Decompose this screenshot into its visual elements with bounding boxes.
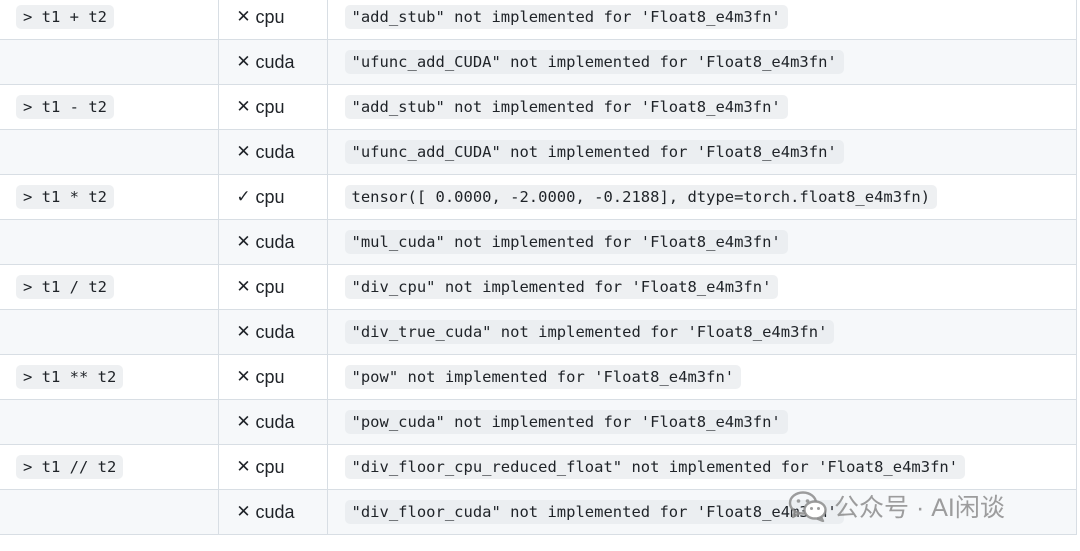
device-cell: ✕ cuda — [217, 39, 328, 85]
fail-icon: ✕ — [236, 142, 251, 161]
device-label: cuda — [255, 141, 295, 162]
device-cell: ✕ cpu — [217, 264, 328, 310]
device-label: cuda — [255, 501, 295, 522]
expression-cell — [0, 399, 219, 445]
expression-cell: > t1 * t2 — [0, 174, 219, 220]
device-label: cuda — [255, 321, 295, 342]
expression-cell: > t1 / t2 — [0, 264, 219, 310]
table-row: ✕ cuda "mul_cuda" not implemented for 'Fl… — [0, 219, 1077, 265]
fail-icon: ✕ — [236, 7, 251, 26]
result-message: "pow" not implemented for 'Float8_e4m3fn… — [344, 365, 742, 389]
result-cell: "div_floor_cuda" not implemented for 'Fl… — [326, 489, 1077, 535]
device-cell: ✕ cuda — [217, 219, 328, 265]
result-cell: tensor([ 0.0000, -2.0000, -0.2188], dtyp… — [326, 174, 1077, 220]
expression-code: > t1 / t2 — [16, 275, 114, 299]
table-row: > t1 / t2 ✕ cpu "div_cpu" not implemented… — [0, 264, 1077, 310]
device-cell: ✕ cpu — [217, 354, 328, 400]
result-message: tensor([ 0.0000, -2.0000, -0.2188], dtyp… — [344, 185, 938, 209]
expression-cell: > t1 // t2 — [0, 444, 219, 490]
expression-code: > t1 - t2 — [16, 95, 114, 119]
table-row: > t1 * t2 ✓ cpu tensor([ 0.0000, -2.0000,… — [0, 174, 1077, 220]
device-cell: ✕ cuda — [217, 399, 328, 445]
device-label: cpu — [255, 96, 285, 117]
table-row: ✕ cuda "ufunc_add_CUDA" not implemented f… — [0, 129, 1077, 175]
device-label: cpu — [255, 186, 285, 207]
device-label: cuda — [255, 51, 295, 72]
result-message: "mul_cuda" not implemented for 'Float8_e… — [344, 230, 788, 254]
result-cell: "div_cpu" not implemented for 'Float8_e4… — [326, 264, 1077, 310]
device-label: cpu — [255, 366, 285, 387]
expression-code: > t1 ** t2 — [16, 365, 124, 389]
result-message: "div_floor_cuda" not implemented for 'Fl… — [344, 500, 844, 524]
device-label: cpu — [255, 456, 285, 477]
table-row: ✕ cuda "ufunc_add_CUDA" not implemented f… — [0, 39, 1077, 85]
result-message: "add_stub" not implemented for 'Float8_e… — [344, 95, 788, 119]
expression-cell: > t1 - t2 — [0, 84, 219, 130]
expression-code: > t1 // t2 — [16, 455, 124, 479]
result-cell: "pow_cuda" not implemented for 'Float8_e… — [326, 399, 1077, 445]
result-message: "div_true_cuda" not implemented for 'Flo… — [344, 320, 835, 344]
result-cell: "ufunc_add_CUDA" not implemented for 'Fl… — [326, 129, 1077, 175]
fail-icon: ✕ — [236, 412, 251, 431]
result-message: "add_stub" not implemented for 'Float8_e… — [344, 5, 788, 29]
expression-code: > t1 * t2 — [16, 185, 114, 209]
device-cell: ✓ cpu — [217, 174, 328, 220]
result-cell: "add_stub" not implemented for 'Float8_e… — [326, 84, 1077, 130]
fail-icon: ✕ — [236, 52, 251, 71]
fail-icon: ✕ — [236, 367, 251, 386]
device-label: cpu — [255, 6, 285, 27]
table-row: > t1 ** t2 ✕ cpu "pow" not implemented fo… — [0, 354, 1077, 400]
result-message: "div_cpu" not implemented for 'Float8_e4… — [344, 275, 779, 299]
fail-icon: ✕ — [236, 232, 251, 251]
expression-cell — [0, 489, 219, 535]
expression-cell: > t1 + t2 — [0, 0, 219, 40]
fail-icon: ✕ — [236, 97, 251, 116]
result-cell: "add_stub" not implemented for 'Float8_e… — [326, 0, 1077, 40]
fail-icon: ✕ — [236, 322, 251, 341]
table-body: > t1 + t2 ✕ cpu "add_stub" not implemente… — [0, 0, 1077, 535]
expression-cell: > t1 ** t2 — [0, 354, 219, 400]
fail-icon: ✕ — [236, 502, 251, 521]
device-cell: ✕ cuda — [217, 309, 328, 355]
fail-icon: ✕ — [236, 457, 251, 476]
fail-icon: ✕ — [236, 277, 251, 296]
device-cell: ✕ cpu — [217, 0, 328, 40]
result-message: "ufunc_add_CUDA" not implemented for 'Fl… — [344, 50, 844, 74]
device-cell: ✕ cpu — [217, 444, 328, 490]
result-cell: "mul_cuda" not implemented for 'Float8_e… — [326, 219, 1077, 265]
result-message: "ufunc_add_CUDA" not implemented for 'Fl… — [344, 140, 844, 164]
result-cell: "pow" not implemented for 'Float8_e4m3fn… — [326, 354, 1077, 400]
table-row: ✕ cuda "div_floor_cuda" not implemented f… — [0, 489, 1077, 535]
device-label: cuda — [255, 231, 295, 252]
table-row: > t1 - t2 ✕ cpu "add_stub" not implemente… — [0, 84, 1077, 130]
expression-code: > t1 + t2 — [16, 5, 114, 29]
expression-cell — [0, 309, 219, 355]
table-row: > t1 + t2 ✕ cpu "add_stub" not implemente… — [0, 0, 1077, 40]
table-row: ✕ cuda "pow_cuda" not implemented for 'Fl… — [0, 399, 1077, 445]
result-cell: "div_true_cuda" not implemented for 'Flo… — [326, 309, 1077, 355]
device-cell: ✕ cpu — [217, 84, 328, 130]
expression-cell — [0, 39, 219, 85]
result-cell: "ufunc_add_CUDA" not implemented for 'Fl… — [326, 39, 1077, 85]
device-label: cuda — [255, 411, 295, 432]
device-cell: ✕ cuda — [217, 129, 328, 175]
expression-cell — [0, 129, 219, 175]
expression-cell — [0, 219, 219, 265]
table-row: ✕ cuda "div_true_cuda" not implemented fo… — [0, 309, 1077, 355]
result-message: "pow_cuda" not implemented for 'Float8_e… — [344, 410, 788, 434]
result-cell: "div_floor_cpu_reduced_float" not implem… — [326, 444, 1077, 490]
check-icon: ✓ — [236, 187, 251, 206]
operations-table: > t1 + t2 ✕ cpu "add_stub" not implemente… — [0, 0, 1077, 535]
result-message: "div_floor_cpu_reduced_float" not implem… — [344, 455, 966, 479]
device-cell: ✕ cuda — [217, 489, 328, 535]
device-label: cpu — [255, 276, 285, 297]
table-row: > t1 // t2 ✕ cpu "div_floor_cpu_reduced_f… — [0, 444, 1077, 490]
